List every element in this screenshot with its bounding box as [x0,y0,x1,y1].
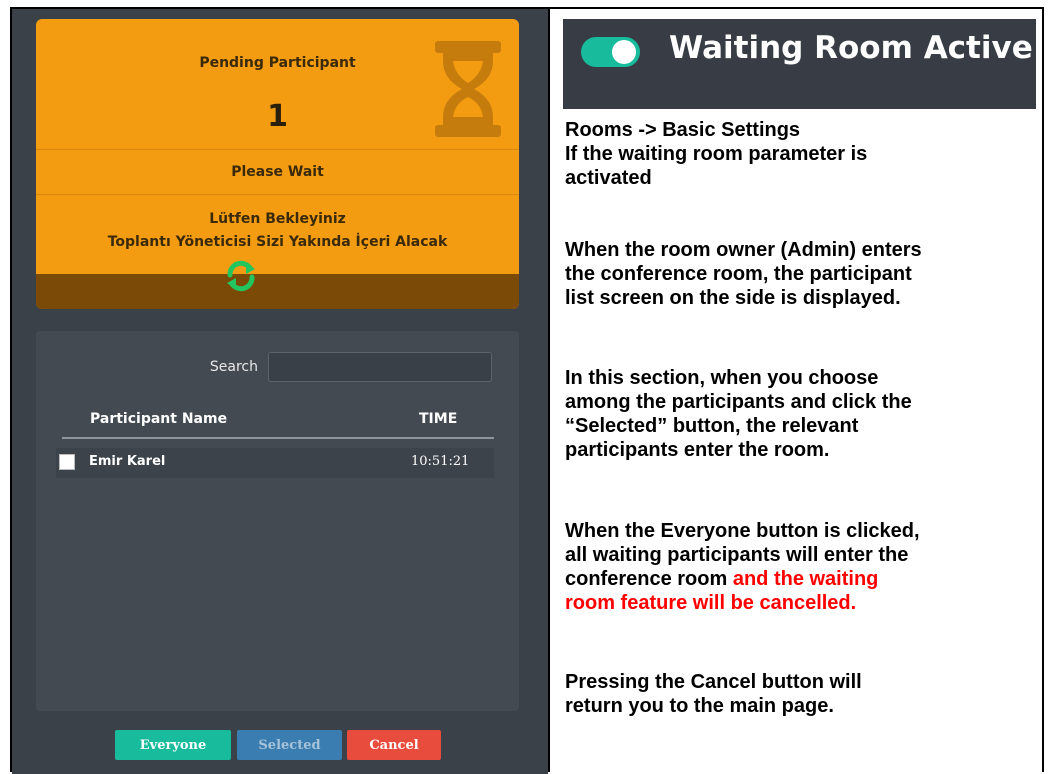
text-fragment: conference room [565,568,733,590]
column-divider [548,7,550,772]
text-line: “Selected” button, the relevant [565,415,859,437]
participant-list-panel: Search Participant Name TIME Emir Karel … [36,331,519,711]
everyone-button[interactable]: Everyone [115,730,231,760]
text-line: In this section, when you choose [565,367,879,389]
toggle-knob [612,40,636,64]
search-label: Search [209,359,258,375]
divider [36,149,519,150]
participant-time: 10:51:21 [411,454,470,469]
text-line: If the waiting room parameter is [565,143,868,165]
text-line: activated [565,167,652,189]
pending-participant-card: Pending Participant 1 Please Wait Lütfen… [36,19,519,309]
turkish-admin-text: Toplantı Yöneticisi Sizi Yakında İçeri A… [107,234,448,250]
waiting-room-banner: Waiting Room Active [563,19,1036,109]
header-divider [62,437,494,439]
description-paragraph-2: When the room owner (Admin) enters the c… [565,238,922,310]
participant-name: Emir Karel [89,454,166,469]
description-paragraph-1: Rooms -> Basic Settings If the waiting r… [565,118,867,190]
cancel-button[interactable]: Cancel [347,730,441,760]
text-line: Pressing the Cancel button will [565,671,862,693]
pending-footer [36,274,519,309]
description-paragraph-5: Pressing the Cancel button will return y… [565,670,862,718]
text-line: among the participants and click the [565,391,912,413]
text-line: conference room and the waiting [565,567,920,591]
text-line: When the room owner (Admin) enters [565,239,922,261]
highlight-text: and the waiting [732,568,879,590]
table-row[interactable]: Emir Karel 10:51:21 [56,448,494,478]
refresh-icon[interactable] [224,259,258,293]
text-line: participants enter the room. [565,439,830,461]
text-line: the conference room, the participant [565,263,912,285]
description-paragraph-4: When the Everyone button is clicked, all… [565,519,920,615]
text-line: return you to the main page. [565,695,834,717]
selected-button[interactable]: Selected [237,730,342,760]
column-header-name: Participant Name [90,411,228,427]
turkish-wait-text: Lütfen Bekleyiniz [209,211,346,227]
waiting-room-toggle[interactable] [581,37,640,67]
please-wait-text: Please Wait [231,164,324,180]
description-paragraph-3: In this section, when you choose among t… [565,366,912,462]
column-header-time: TIME [419,411,458,427]
highlight-text: room feature will be cancelled. [565,592,857,614]
waiting-room-label: Waiting Room Active [669,30,1033,66]
text-line: list screen on the side is displayed. [565,287,901,309]
hourglass-icon [435,41,501,137]
divider [36,194,519,195]
text-line: When the Everyone button is clicked, [565,520,920,542]
text-line: all waiting participants will enter the [565,544,909,566]
row-checkbox[interactable] [59,454,75,470]
text-line: Rooms -> Basic Settings [565,119,801,141]
search-input[interactable] [268,352,492,382]
